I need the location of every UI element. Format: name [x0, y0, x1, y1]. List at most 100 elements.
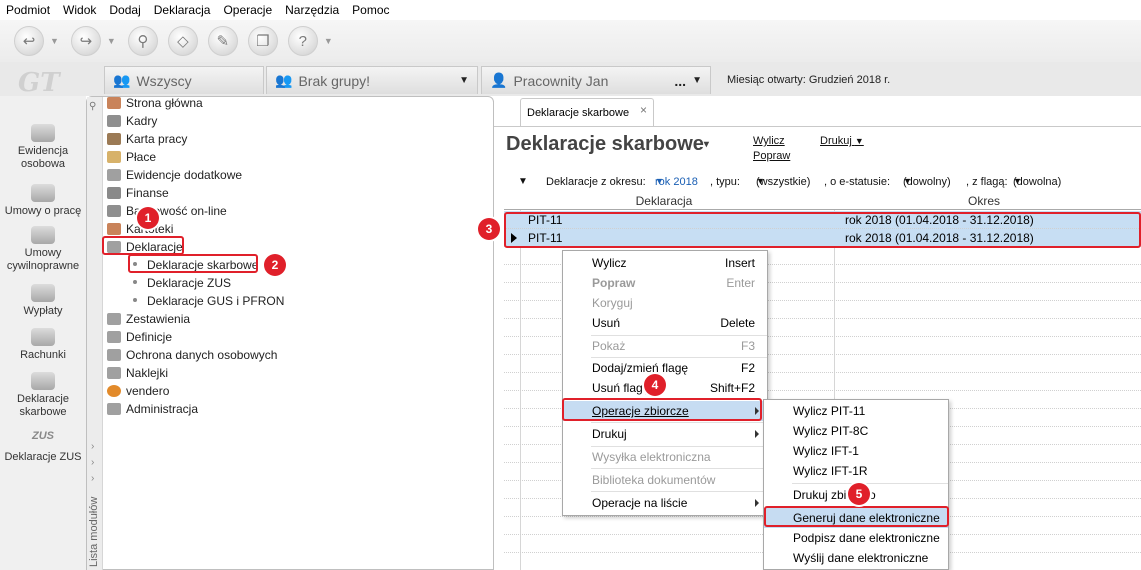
menu-deklaracja[interactable]: Deklaracja [154, 3, 211, 17]
tree-item-definicje[interactable]: Definicje [107, 328, 172, 346]
module-tree-panel: ⚲ › › › Lista modułów Strona główna Kadr… [86, 96, 494, 570]
tree-item-strona-glowna[interactable]: Strona główna [107, 94, 203, 112]
cards-icon [107, 223, 121, 235]
money-icon [31, 284, 55, 302]
menu-pomoc[interactable]: Pomoc [352, 3, 389, 17]
copy-button[interactable]: ❐ [246, 26, 280, 56]
menu-shortcut: F2 [740, 361, 755, 375]
highlight-deklaracje-skarbowe [128, 254, 258, 273]
menu-item-wylicz[interactable]: Wylicz Insert [563, 253, 767, 273]
module-wyplaty[interactable]: Wypłaty [0, 284, 86, 318]
stamp-button[interactable]: ⚲ [126, 26, 160, 56]
eraser-button[interactable]: ◇ [166, 26, 200, 56]
tools-button[interactable]: ✎ [206, 26, 240, 56]
help-button[interactable]: ? [286, 26, 320, 56]
filter-status-label: , o e-statusie: [824, 176, 891, 188]
menu-item-wysylka[interactable]: Wysyłka elektroniczna [563, 447, 767, 467]
close-icon[interactable]: × [640, 103, 647, 117]
tab-wszyscy[interactable]: 👥 Wszyscy [104, 66, 264, 94]
tree-label: Zestawienia [126, 312, 191, 326]
submenu-item-wylicz-ift1[interactable]: Wylicz IFT-1 [764, 441, 948, 461]
menu-item-operacje-na-liscie[interactable]: Operacje na liście [563, 493, 767, 513]
help-icon: ? [287, 26, 318, 56]
tree-label: Administracja [126, 402, 199, 416]
menu-operacje[interactable]: Operacje [223, 3, 272, 17]
bullet-icon [133, 298, 137, 302]
menu-item-popraw[interactable]: Popraw Enter [563, 273, 767, 293]
module-ewidencja-osobowa[interactable]: Ewidencja osobowa [0, 124, 86, 171]
forward-button[interactable]: ↪ [69, 26, 103, 56]
tree-item-finanse[interactable]: Finanse [107, 184, 169, 202]
page-title[interactable]: Deklaracje skarbowe▾ [506, 133, 709, 156]
module-list-label: Lista modułów [88, 496, 100, 567]
menu-item-usun[interactable]: Usuń Delete [563, 313, 767, 333]
submenu-item-wylicz-pit8c[interactable]: Wylicz PIT-8C [764, 421, 948, 441]
forward-dropdown-icon[interactable]: ▼ [107, 36, 116, 46]
employee-more-button[interactable]: ... [674, 73, 686, 89]
chevron-down-icon[interactable]: ▾ [704, 139, 709, 150]
menu-narzedzia[interactable]: Narzędzia [285, 3, 339, 17]
finance-icon [107, 187, 121, 199]
menu-dodaj[interactable]: Dodaj [109, 3, 140, 17]
tab-employee[interactable]: 👤 Pracownity Jan ... ▼ [481, 66, 711, 94]
module-deklaracje-skarbowe[interactable]: Deklaracje skarbowe [0, 372, 86, 419]
callout-badge-2: 2 [264, 254, 286, 276]
help-dropdown-icon[interactable]: ▼ [324, 36, 333, 46]
tree-item-kadry[interactable]: Kadry [107, 112, 157, 130]
menu-podmiot[interactable]: Podmiot [6, 3, 50, 17]
module-list-strip[interactable]: ⚲ › › › Lista modułów [87, 97, 103, 570]
menu-label: Usuń [592, 316, 621, 330]
filter-type-label: , typu: [710, 176, 740, 188]
menu-item-pokaz[interactable]: Pokaż F3 [563, 336, 767, 356]
back-button[interactable]: ↩ [12, 26, 46, 56]
menu-item-drukuj[interactable]: Drukuj [563, 424, 767, 444]
tree-item-place[interactable]: Płace [107, 148, 156, 166]
menu-shortcut: Shift+F2 [709, 381, 755, 395]
wylicz-link[interactable]: Wylicz [753, 135, 785, 147]
menu-item-koryguj[interactable]: Koryguj [563, 293, 767, 313]
definitions-icon [107, 331, 121, 343]
tree-label: Finanse [126, 186, 169, 200]
submenu-item-wylicz-ift1r[interactable]: Wylicz IFT-1R [764, 461, 948, 481]
tab-deklaracje-skarbowe[interactable]: Deklaracje skarbowe × [520, 98, 654, 126]
submenu-item-wylicz-pit11[interactable]: Wylicz PIT-11 [764, 401, 948, 421]
popraw-link[interactable]: Popraw [753, 150, 790, 162]
collapse-icon[interactable]: ▼ [518, 176, 528, 187]
tree-item-ewidencje-dodatkowe[interactable]: Ewidencje dodatkowe [107, 166, 242, 184]
module-rachunki[interactable]: Rachunki [0, 328, 86, 362]
tree-item-zestawienia[interactable]: Zestawienia [107, 310, 190, 328]
module-umowy-cywilnoprawne[interactable]: Umowy cywilnoprawne [0, 226, 86, 273]
tree-item-bankowosc[interactable]: Bankowość on-line [107, 202, 227, 220]
tree-item-deklaracje-zus[interactable]: Deklaracje ZUS [133, 274, 231, 292]
tree-item-vendero[interactable]: vendero [107, 382, 169, 400]
tree-item-karta-pracy[interactable]: Karta pracy [107, 130, 187, 148]
tree-item-administracja[interactable]: Administracja [107, 400, 198, 418]
back-dropdown-icon[interactable]: ▼ [50, 36, 59, 46]
drukuj-link[interactable]: Drukuj ▼ [820, 135, 864, 147]
menu-shortcut: Delete [720, 316, 755, 330]
tab-group[interactable]: 👥 Brak grupy! ▼ [266, 66, 478, 94]
menu-widok[interactable]: Widok [63, 3, 96, 17]
menu-label: Operacje na liście [592, 496, 688, 510]
bullet-icon [133, 280, 137, 284]
pin-icon[interactable]: ⚲ [89, 101, 96, 112]
menu-item-biblioteka[interactable]: Biblioteka dokumentów [563, 470, 767, 490]
tree-item-deklaracje-gus[interactable]: Deklaracje GUS i PFRON [133, 292, 284, 310]
tree-label: Karta pracy [126, 132, 188, 146]
tree-label: Strona główna [126, 96, 203, 110]
chevron-right-icon[interactable]: › [91, 457, 94, 468]
header-deklaracja[interactable]: Deklaracja [504, 194, 824, 208]
module-label: Umowy cywilnoprawne [6, 247, 80, 272]
header-okres[interactable]: Okres [834, 194, 1134, 208]
tree-item-ochrona-danych[interactable]: Ochrona danych osobowych [107, 346, 277, 364]
chevron-right-icon[interactable]: › [91, 441, 94, 452]
chevron-right-icon[interactable]: › [91, 473, 94, 484]
employee-dropdown-icon[interactable]: ▼ [692, 75, 702, 86]
menu-item-dodaj-flage[interactable]: Dodaj/zmień flagę F2 [563, 358, 767, 378]
submenu-item-podpisz[interactable]: Podpisz dane elektroniczne [764, 528, 948, 548]
group-dropdown-icon[interactable]: ▼ [459, 75, 469, 86]
submenu-item-wyslij[interactable]: Wyślij dane elektroniczne [764, 548, 948, 568]
module-deklaracje-zus[interactable]: ZUS Deklaracje ZUS [0, 430, 86, 464]
module-umowy-o-prace[interactable]: Umowy o pracę [0, 184, 86, 218]
tree-item-naklejki[interactable]: Naklejki [107, 364, 168, 382]
